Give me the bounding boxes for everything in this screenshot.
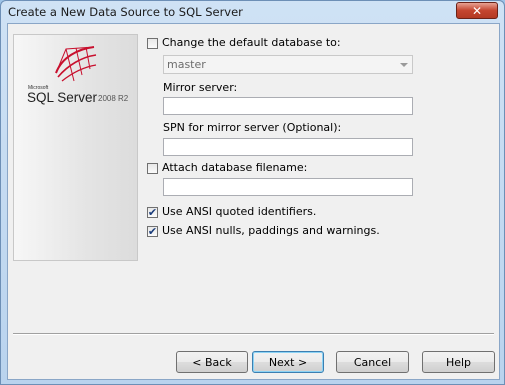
ansi-quoted-checkbox[interactable]: ✔: [147, 207, 158, 218]
change-default-db-label: Change the default database to:: [162, 36, 341, 49]
sql-server-banner: Microsoft SQL Server 2008 R2: [13, 34, 138, 261]
spn-mirror-input[interactable]: [163, 138, 413, 156]
mirror-server-input[interactable]: [163, 97, 413, 115]
ansi-nulls-label: Use ANSI nulls, paddings and warnings.: [162, 224, 380, 237]
chevron-down-icon[interactable]: [400, 63, 408, 67]
help-button[interactable]: Help: [422, 351, 495, 373]
default-database-combo[interactable]: master: [163, 55, 413, 74]
attach-db-checkbox[interactable]: [147, 163, 158, 174]
dialog-window: Create a New Data Source to SQL Server ✕…: [0, 0, 505, 385]
next-button[interactable]: Next >: [252, 351, 324, 373]
button-separator: [13, 333, 494, 335]
mirror-server-label: Mirror server:: [163, 81, 238, 94]
checkmark-icon: ✔: [147, 206, 158, 219]
window-title: Create a New Data Source to SQL Server: [8, 5, 243, 19]
back-button[interactable]: < Back: [176, 351, 248, 373]
title-bar[interactable]: Create a New Data Source to SQL Server ✕: [1, 1, 504, 23]
cancel-button[interactable]: Cancel: [336, 351, 409, 373]
default-database-value: master: [167, 58, 206, 71]
spn-mirror-label: SPN for mirror server (Optional):: [163, 121, 342, 134]
attach-db-label: Attach database filename:: [162, 161, 308, 174]
attach-db-file-input[interactable]: [163, 178, 413, 196]
close-icon: ✕: [471, 3, 483, 18]
product-name: SQL Server: [27, 90, 98, 105]
checkmark-icon: ✔: [147, 225, 158, 238]
close-button[interactable]: ✕: [456, 2, 498, 19]
sql-server-logo-icon: [55, 46, 97, 82]
ansi-quoted-label: Use ANSI quoted identifiers.: [162, 205, 317, 218]
product-version: 2008 R2: [98, 94, 129, 103]
ansi-nulls-checkbox[interactable]: ✔: [147, 226, 158, 237]
dialog-client-area: Microsoft SQL Server 2008 R2 Change the …: [7, 23, 500, 380]
change-default-db-checkbox[interactable]: [147, 38, 158, 49]
